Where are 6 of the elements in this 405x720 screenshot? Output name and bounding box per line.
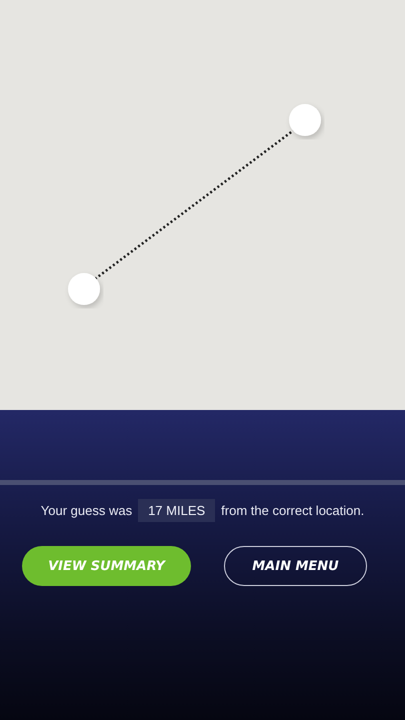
result-text: Your guess was: [40, 503, 132, 518]
distance-badge: 17 MILES: [138, 499, 216, 522]
guess-pin: [68, 273, 100, 305]
location-pin: [289, 104, 321, 136]
menu-button[interactable]: MAIN MENU: [224, 546, 367, 586]
result-text: from the correct location.: [221, 503, 364, 518]
